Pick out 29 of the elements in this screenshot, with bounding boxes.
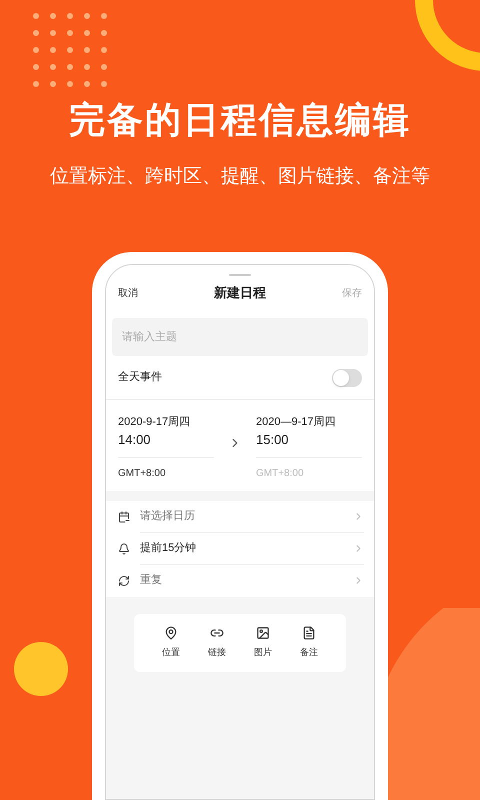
- all-day-toggle[interactable]: [332, 368, 362, 386]
- option-label: 提前15分钟: [140, 540, 198, 556]
- location-pin-icon: [164, 626, 178, 640]
- circle-drawing: [14, 642, 68, 696]
- option-row[interactable]: 提前15分钟: [106, 532, 374, 564]
- end-time[interactable]: 15:00: [256, 430, 362, 448]
- start-timezone[interactable]: GMT+8:00: [118, 466, 224, 480]
- subtitle: 位置标注、跨时区、提醒、图片链接、备注等: [50, 165, 430, 189]
- headline: 完备的日程信息编辑: [69, 98, 411, 142]
- all-day-label: 全天事件: [118, 370, 162, 386]
- calendar-icon: [118, 510, 130, 522]
- toolbar-button[interactable]: 位置: [158, 626, 184, 660]
- end-date[interactable]: 2020—9-17周四: [256, 414, 362, 430]
- option-row[interactable]: 请选择日历: [106, 500, 374, 532]
- cancel-button[interactable]: 取消: [118, 286, 138, 300]
- toolbar-button[interactable]: 链接: [204, 626, 230, 660]
- image-icon: [256, 626, 270, 640]
- screen-title: 新建日程: [214, 284, 266, 302]
- note-icon: [302, 626, 316, 640]
- bell-icon: [118, 542, 130, 554]
- subject-field[interactable]: 请输入主题: [112, 318, 368, 356]
- option-row[interactable]: 重复: [106, 564, 374, 596]
- toolbar-button[interactable]: 备注: [296, 626, 322, 660]
- start-date[interactable]: 2020-9-17周四: [118, 414, 224, 430]
- toolbar-button[interactable]: 图片: [250, 626, 276, 660]
- start-time[interactable]: 14:00: [118, 430, 224, 448]
- refresh-icon: [118, 574, 130, 586]
- option-label: 重复: [140, 573, 163, 588]
- option-label: 请选择日历: [140, 508, 196, 524]
